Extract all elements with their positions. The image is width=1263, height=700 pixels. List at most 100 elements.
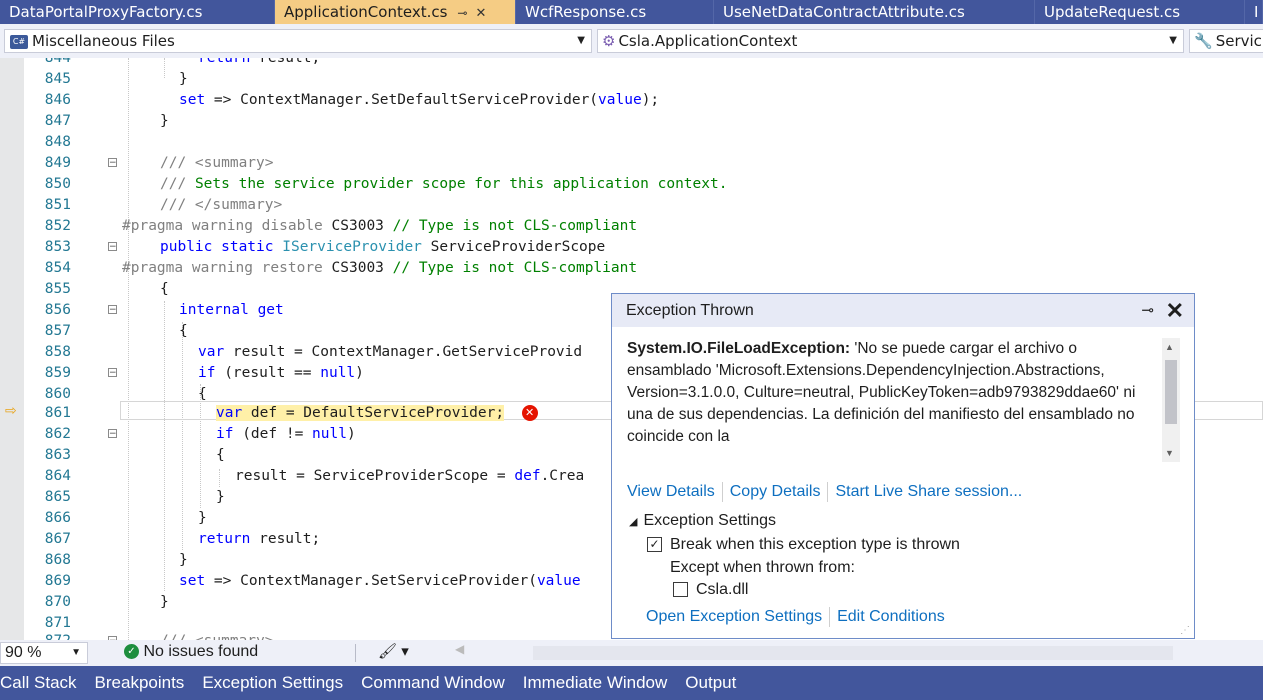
line-number: 850 [44,176,71,192]
code-line: 851 /// </summary> [0,195,1263,216]
line-number: 859 [44,365,71,381]
live-share-link[interactable]: Start Live Share session... [835,483,1022,500]
collapse-icon[interactable]: − [108,368,117,378]
collapse-icon[interactable]: − [108,158,117,168]
code-text: /// Sets the service provider scope for … [160,176,728,192]
zoom-dropdown[interactable]: 90 % ▼ [0,642,88,664]
tab-exception-settings[interactable]: Exception Settings [202,666,343,700]
scroll-thumb[interactable] [1165,360,1177,424]
divider [827,482,829,502]
tab-label: WcfResponse.cs [525,3,647,21]
code-text: set => ContextManager.SetServiceProvider… [179,573,581,589]
code-text: /// <summary> [160,155,274,171]
scroll-left-icon[interactable]: ◀ [455,642,464,656]
tab-command-window[interactable]: Command Window [361,666,505,700]
scroll-up-icon[interactable]: ▲ [1165,342,1174,352]
resize-grip-icon[interactable]: ⋰ [1180,625,1190,636]
issues-indicator[interactable]: ✓ No issues found [124,643,258,661]
tab-applicationcontext[interactable]: ApplicationContext.cs ⊸ ✕ [275,0,516,24]
code-text: } [179,552,188,568]
tab-call-stack[interactable]: Call Stack [0,666,77,700]
code-line: 852 #pragma warning disable CS3003 // Typ… [0,216,1263,237]
code-line: 848 [0,132,1263,153]
exception-thrown-popup: Exception Thrown ⊸ ✕ System.IO.FileLoadE… [611,293,1195,639]
line-number: 852 [44,218,71,234]
edit-conditions-link[interactable]: Edit Conditions [837,608,945,625]
open-exception-settings-link[interactable]: Open Exception Settings [646,608,822,625]
code-text: #pragma warning disable CS3003 // Type i… [122,218,638,234]
break-when-thrown-row[interactable]: ✓ Break when this exception type is throw… [647,536,960,554]
check-circle-icon: ✓ [124,644,139,660]
line-number: 846 [44,92,71,108]
line-number: 870 [44,594,71,610]
horizontal-scrollbar[interactable] [533,646,1173,660]
csla-row[interactable]: Csla.dll [673,581,748,599]
tab-updaterequest[interactable]: UpdateRequest.cs [1035,0,1245,24]
wrench-icon: 🔧 [1194,32,1213,50]
close-icon[interactable]: ✕ [475,6,486,21]
pin-icon[interactable]: ⊸ [457,6,467,20]
chevron-down-icon: ▼ [71,647,81,658]
line-number: 848 [44,134,71,150]
break-checkbox[interactable]: ✓ [647,537,662,553]
exception-message: System.IO.FileLoadException: 'No se pued… [627,338,1142,464]
chevron-down-icon: ▼ [1169,35,1177,46]
line-number: 872 [28,631,71,640]
line-number: 844 [44,58,71,66]
code-line: 847} [0,111,1263,132]
code-text: /// </summary> [160,197,283,213]
code-line: 844 return result; [0,58,1263,69]
line-number: 866 [44,510,71,526]
line-number: 867 [44,531,71,547]
code-text: public static IServiceProvider ServicePr… [160,239,606,255]
close-icon[interactable]: ✕ [1166,294,1184,327]
code-text: if (def != null) [216,426,356,442]
type-dropdown[interactable]: ⚙ Csla.ApplicationContext ▼ [597,29,1184,53]
project-label: Miscellaneous Files [32,32,175,50]
tab-usenetdatacontractattribute[interactable]: UseNetDataContractAttribute.cs [714,0,1035,24]
view-details-link[interactable]: View Details [627,483,715,500]
line-number: 865 [44,489,71,505]
class-icon: ⚙ [602,32,616,50]
tab-dataportalproxyfactory[interactable]: DataPortalProxyFactory.cs [0,0,275,24]
editor-status-bar: 90 % ▼ ✓ No issues found 🖌 ▾ ◀ [0,640,1263,666]
code-text: { [179,323,188,339]
code-text: /// <summary> [160,631,274,640]
scroll-down-icon[interactable]: ▼ [1165,448,1174,458]
code-text: if (result == null) [198,365,364,381]
copy-details-link[interactable]: Copy Details [730,483,821,500]
tab-label: ApplicationContext.cs [284,3,448,21]
member-label: Servic [1215,32,1262,50]
csla-checkbox[interactable] [673,582,688,598]
tab-overflow[interactable]: I [1245,0,1263,24]
except-when-label-row: Except when thrown from: [670,559,855,577]
tab-output[interactable]: Output [685,666,736,700]
message-scrollbar[interactable]: ▲ ▼ [1162,338,1180,462]
line-number: 857 [44,323,71,339]
popup-header: Exception Thrown ⊸ ✕ [612,294,1194,327]
collapse-icon[interactable]: − [108,242,117,252]
code-text: var result = ContextManager.GetServicePr… [198,344,583,360]
code-line: 845} [0,69,1263,90]
collapse-icon[interactable]: − [108,429,117,439]
member-dropdown[interactable]: 🔧 Servic [1189,29,1263,53]
tab-breakpoints[interactable]: Breakpoints [95,666,185,700]
error-icon[interactable]: ✕ [521,405,538,421]
break-label: Break when this exception type is thrown [670,536,960,553]
code-text: } [160,113,169,129]
popup-footer-links: Open Exception Settings Edit Conditions [646,607,945,627]
zoom-level: 90 % [5,644,42,661]
line-number: 862 [44,426,71,442]
pin-icon[interactable]: ⊸ [1141,294,1154,327]
cleanup-brush-icon[interactable]: 🖌 ▾ [378,642,409,660]
collapse-icon[interactable]: − [108,305,117,315]
chevron-down-icon: ▼ [577,35,585,46]
exception-settings-header[interactable]: ◢ Exception Settings [629,512,776,530]
tab-immediate-window[interactable]: Immediate Window [523,666,668,700]
navigation-bar: C# Miscellaneous Files ▼ ⚙ Csla.Applicatio… [0,24,1263,59]
tab-wcfresponse[interactable]: WcfResponse.cs [516,0,714,24]
code-text: set => ContextManager.SetDefaultServiceP… [179,92,660,108]
collapse-triangle-icon[interactable]: ◢ [629,516,637,528]
project-dropdown[interactable]: C# Miscellaneous Files ▼ [4,29,592,53]
line-number: 863 [44,447,71,463]
